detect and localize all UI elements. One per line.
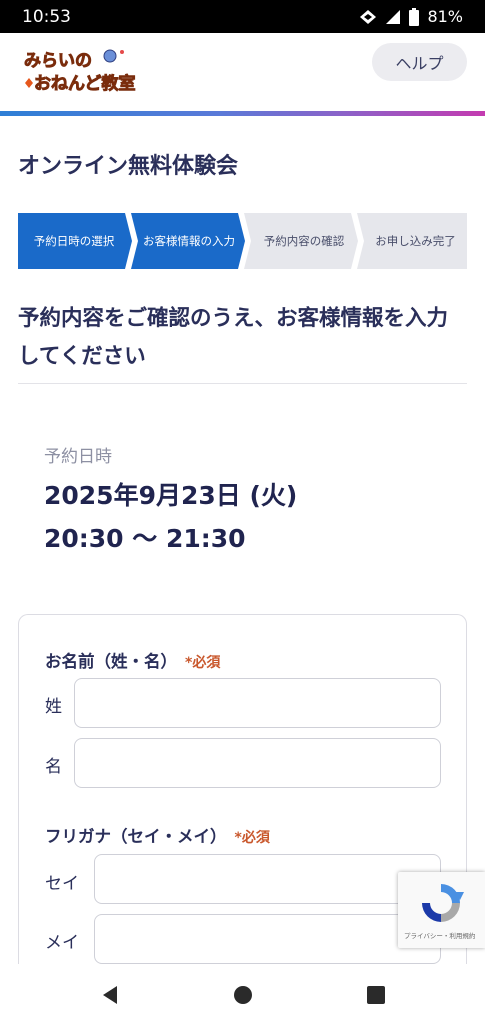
name-required-badge: *必須 <box>185 655 221 671</box>
reservation-date: 2025年9月23日 (火) <box>44 481 298 510</box>
first-name-input[interactable] <box>74 738 441 788</box>
first-kana-label: メイ <box>45 933 79 953</box>
reservation-label: 予約日時 <box>44 447 112 467</box>
recaptcha-badge[interactable]: プライバシー・利用規約 <box>398 872 485 948</box>
svg-text:みらいの: みらいの <box>24 51 92 71</box>
kana-field-title: フリガナ（セイ・メイ） *必須 <box>45 823 270 847</box>
progress-stepper: 予約日時の選択 お客様情報の入力 予約内容の確認 お申し込み完了 <box>18 213 467 269</box>
first-name-label: 名 <box>45 757 62 777</box>
system-nav-bar <box>0 964 485 1024</box>
reservation-time: 20:30 〜 21:30 <box>44 524 246 553</box>
last-name-label: 姓 <box>45 697 62 717</box>
lead-text: 予約内容をご確認のうえ、お客様情報を入力してください <box>18 306 449 369</box>
back-button[interactable] <box>95 980 125 1010</box>
recaptcha-privacy-terms[interactable]: プライバシー・利用規約 <box>404 930 475 940</box>
divider <box>18 383 467 384</box>
home-icon <box>234 986 252 1004</box>
status-time: 10:53 <box>22 6 71 27</box>
header-accent-line <box>0 111 485 116</box>
recaptcha-icon <box>422 884 464 922</box>
svg-text:おねんど教室: おねんど教室 <box>34 73 136 94</box>
data-saver-icon <box>360 9 377 24</box>
help-button[interactable]: ヘルプ <box>372 43 467 81</box>
step-complete: お申し込み完了 <box>375 234 456 248</box>
name-field-title: お名前（姓・名） *必須 <box>45 648 220 672</box>
last-kana-input[interactable] <box>94 854 441 904</box>
site-header: みらいの おねんど教室 ヘルプ <box>0 33 485 111</box>
first-kana-input[interactable] <box>94 914 441 964</box>
page-title: オンライン無料体験会 <box>18 154 239 179</box>
battery-level: 81% <box>427 7 463 26</box>
step-confirm: 予約内容の確認 <box>263 234 345 248</box>
battery-icon <box>409 7 420 26</box>
name-field-label: お名前（姓・名） <box>45 652 177 671</box>
home-button[interactable] <box>228 980 258 1010</box>
back-icon <box>103 986 117 1004</box>
kana-field-label: フリガナ（セイ・メイ） <box>45 827 227 846</box>
signal-icon <box>386 9 401 24</box>
step-select-datetime: 予約日時の選択 <box>33 234 115 248</box>
step-enter-info: お客様情報の入力 <box>143 234 235 248</box>
kana-required-badge: *必須 <box>234 830 270 846</box>
recents-button[interactable] <box>361 980 391 1010</box>
last-kana-label: セイ <box>45 874 79 894</box>
recents-icon <box>367 986 385 1004</box>
last-name-input[interactable] <box>74 678 441 728</box>
status-bar: 10:53 81% <box>0 0 485 33</box>
status-icons: 81% <box>359 7 463 26</box>
site-logo[interactable]: みらいの おねんど教室 <box>22 45 162 95</box>
